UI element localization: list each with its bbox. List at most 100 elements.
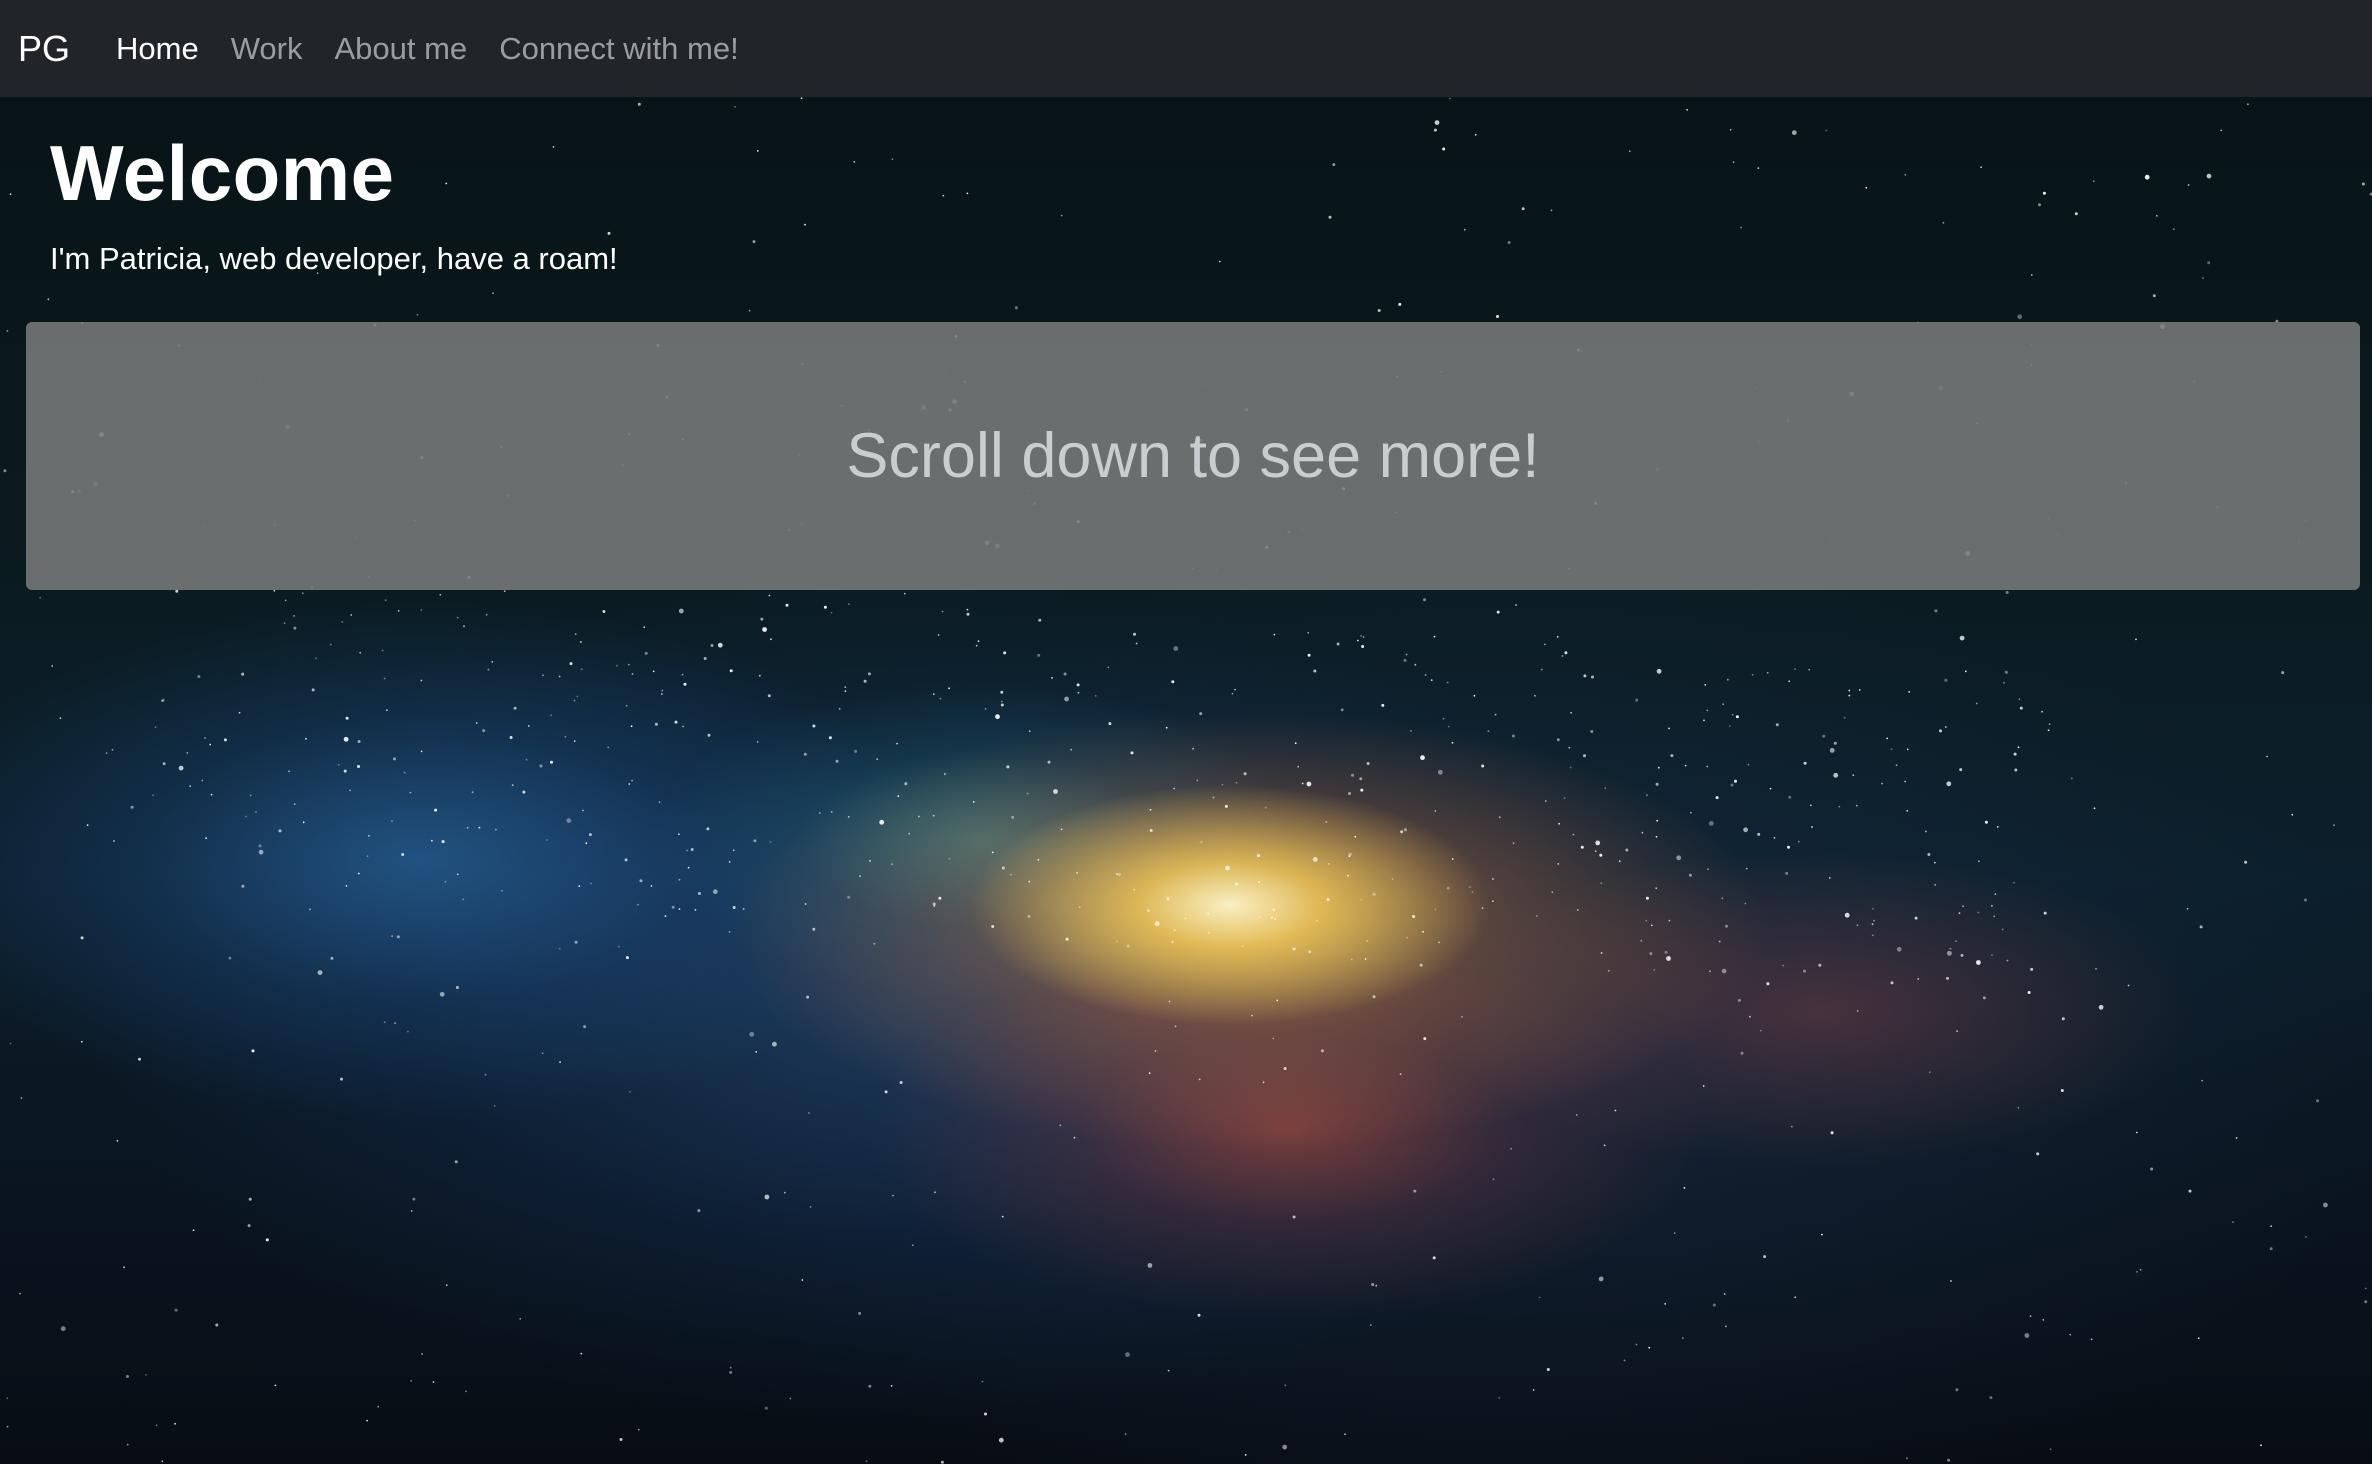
star xyxy=(1212,796,1215,799)
star xyxy=(2136,1271,2138,1273)
star xyxy=(966,192,969,195)
star xyxy=(162,762,166,766)
star xyxy=(1423,1037,1427,1041)
nav-link-about-me[interactable]: About me xyxy=(318,31,483,67)
star xyxy=(1264,806,1267,809)
brand-logo-link[interactable]: PG xyxy=(18,28,70,70)
star xyxy=(1398,302,1402,306)
star xyxy=(865,1460,868,1463)
star xyxy=(345,716,349,720)
star xyxy=(1956,1030,1958,1032)
star xyxy=(1580,845,1584,849)
star xyxy=(155,1424,158,1427)
star xyxy=(1787,845,1790,849)
star xyxy=(932,814,935,817)
star xyxy=(386,709,388,712)
star xyxy=(643,626,646,628)
star xyxy=(1000,703,1004,707)
star xyxy=(412,1197,416,1201)
star xyxy=(1221,783,1224,786)
star xyxy=(1618,860,1621,863)
star xyxy=(1282,1444,1288,1450)
star xyxy=(1171,680,1175,684)
star xyxy=(345,885,348,887)
star xyxy=(1906,748,1909,751)
star xyxy=(1947,1458,1951,1462)
star xyxy=(273,589,276,592)
star xyxy=(471,791,474,794)
star xyxy=(1563,797,1566,799)
star xyxy=(1498,816,1501,818)
star xyxy=(1006,765,1010,769)
star xyxy=(1583,754,1586,758)
star xyxy=(1640,939,1643,942)
star xyxy=(2244,860,2248,864)
star xyxy=(1649,952,1653,956)
star xyxy=(772,1041,777,1047)
star xyxy=(1707,868,1709,871)
star xyxy=(154,726,157,729)
star xyxy=(576,695,579,698)
star xyxy=(528,725,530,727)
star xyxy=(631,779,633,782)
star xyxy=(580,668,583,671)
star xyxy=(9,1042,12,1045)
nav-link-work[interactable]: Work xyxy=(215,31,319,67)
star xyxy=(2323,1202,2328,1208)
star xyxy=(1420,755,1425,761)
star xyxy=(1686,109,1688,111)
star xyxy=(590,882,592,885)
star xyxy=(2270,1225,2273,1227)
star xyxy=(932,902,936,906)
star xyxy=(1511,734,1515,738)
star xyxy=(1487,730,1490,732)
star xyxy=(1173,929,1176,932)
star xyxy=(1446,886,1450,890)
star xyxy=(466,826,469,829)
star xyxy=(340,1077,343,1081)
star xyxy=(1712,1303,1716,1307)
star xyxy=(1117,872,1121,876)
star xyxy=(349,789,352,792)
star xyxy=(1848,694,1851,697)
nav-link-home[interactable]: Home xyxy=(100,31,215,67)
star xyxy=(1946,781,1952,787)
star xyxy=(1498,1396,1501,1399)
star xyxy=(113,840,115,842)
star xyxy=(2069,1333,2072,1336)
star xyxy=(391,935,393,937)
star xyxy=(1051,677,1053,679)
star xyxy=(541,1052,544,1055)
star xyxy=(868,1384,872,1388)
star xyxy=(1027,914,1031,918)
star xyxy=(1451,741,1454,744)
star xyxy=(863,679,867,683)
star xyxy=(1607,970,1610,972)
star xyxy=(1646,794,1648,796)
star xyxy=(1751,673,1754,676)
star xyxy=(891,863,893,865)
star xyxy=(1575,1114,1578,1116)
star xyxy=(1199,712,1203,716)
star xyxy=(245,815,247,818)
star xyxy=(1274,918,1277,920)
star xyxy=(942,194,945,197)
star xyxy=(2202,277,2204,279)
star xyxy=(1595,840,1601,846)
star xyxy=(1925,830,1927,833)
star xyxy=(420,750,423,753)
star xyxy=(712,889,718,895)
star xyxy=(1065,937,1069,941)
star xyxy=(421,1353,423,1355)
star xyxy=(288,770,290,773)
star xyxy=(1364,958,1367,960)
nav-link-connect[interactable]: Connect with me! xyxy=(483,31,755,67)
star xyxy=(513,706,517,710)
star xyxy=(495,828,497,831)
star xyxy=(1811,826,1813,828)
hero-section: Welcome I'm Patricia, web developer, hav… xyxy=(50,128,618,277)
star xyxy=(1825,129,1828,132)
star xyxy=(789,1397,792,1400)
star xyxy=(1818,963,1822,967)
star xyxy=(1354,835,1357,838)
